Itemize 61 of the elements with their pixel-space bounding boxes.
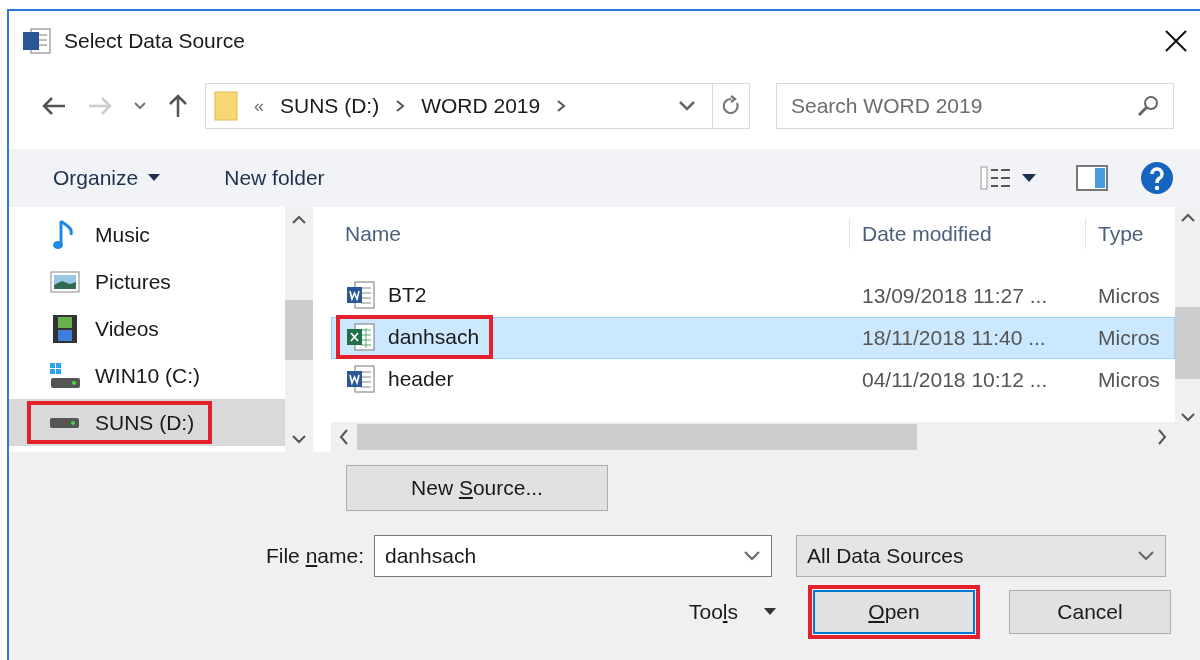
caret-icon — [148, 174, 161, 182]
dropdown-icon[interactable] — [1137, 550, 1155, 562]
address-bar[interactable]: « SUNS (D:) WORD 2019 — [205, 83, 750, 129]
new-folder-button[interactable]: New folder — [216, 158, 333, 198]
tools-button[interactable]: Tools — [680, 592, 784, 632]
dropdown-icon[interactable] — [678, 100, 696, 112]
column-header[interactable]: Name — [331, 217, 849, 249]
details-view-icon — [980, 166, 1012, 190]
refresh-icon[interactable] — [721, 95, 741, 117]
chevron-right-icon — [556, 99, 567, 113]
scroll-up-icon[interactable] — [1180, 213, 1195, 222]
scroll-left-icon[interactable] — [339, 429, 349, 445]
folder-icon — [214, 91, 238, 121]
file-row[interactable]: danhsach 18/11/2018 11:40 ... Micros — [331, 317, 1175, 359]
file-list-scrollbar[interactable] — [1175, 207, 1200, 452]
document-icon — [346, 364, 376, 395]
highlight-box: danhsach — [336, 315, 494, 359]
sidebar-item[interactable]: SUNS (D:) — [9, 399, 285, 446]
window-title: Select Data Source — [64, 28, 245, 55]
path-overflow[interactable]: « — [254, 92, 264, 120]
file-name-label: File name: — [264, 543, 365, 570]
search-field[interactable]: Search WORD 2019 — [776, 83, 1174, 129]
scrollbar-thumb[interactable] — [357, 424, 917, 450]
dropdown-icon[interactable] — [743, 550, 761, 562]
document-icon — [22, 26, 52, 56]
sidebar-item[interactable]: Pictures — [9, 258, 285, 305]
caret-icon — [1022, 173, 1036, 183]
close-icon[interactable] — [1164, 29, 1188, 53]
scrollbar-thumb[interactable] — [1175, 306, 1200, 379]
sidebar-scrollbar[interactable] — [285, 207, 313, 452]
file-row[interactable]: BT2 13/09/2018 11:27 ... Micros — [331, 275, 1175, 317]
drive-icon — [49, 415, 81, 430]
new-source-button[interactable]: New Source... — [346, 465, 608, 511]
chevron-down-icon — [133, 101, 147, 111]
dialog-button[interactable]: Open — [813, 590, 975, 634]
landscape-picture-icon — [49, 269, 81, 294]
file-name-field[interactable]: danhsach — [374, 535, 772, 577]
file-type-dropdown[interactable]: All Data Sources — [796, 535, 1166, 577]
column-header[interactable]: Date modified — [849, 217, 1085, 249]
search-icon — [1136, 94, 1160, 118]
breadcrumb-item[interactable]: WORD 2019 — [421, 90, 541, 122]
highlight-box: SUNS (D:) — [27, 400, 213, 445]
sidebar-item[interactable]: Music — [9, 211, 285, 258]
scroll-down-icon[interactable] — [292, 435, 306, 444]
caret-icon — [764, 608, 776, 616]
document-icon — [346, 280, 376, 311]
drive-icon — [49, 361, 81, 390]
file-row[interactable]: header 04/11/2018 10:12 ... Micros — [331, 359, 1175, 401]
up-arrow-icon — [167, 93, 189, 119]
sidebar-item[interactable]: WIN10 (C:) — [9, 352, 285, 399]
scroll-down-icon[interactable] — [1180, 413, 1195, 422]
scroll-right-icon[interactable] — [1157, 429, 1167, 445]
spreadsheet-icon — [346, 322, 376, 353]
horizontal-scrollbar[interactable] — [331, 422, 1175, 452]
dialog-button[interactable]: Cancel — [1009, 590, 1171, 634]
sidebar-item[interactable]: Videos — [9, 305, 285, 352]
chevron-right-icon — [395, 99, 406, 113]
organize-button[interactable]: Organize — [45, 158, 169, 198]
breadcrumb-item[interactable]: SUNS (D:) — [280, 90, 380, 122]
scrollbar-thumb[interactable] — [285, 299, 313, 360]
scroll-up-icon[interactable] — [292, 215, 306, 224]
